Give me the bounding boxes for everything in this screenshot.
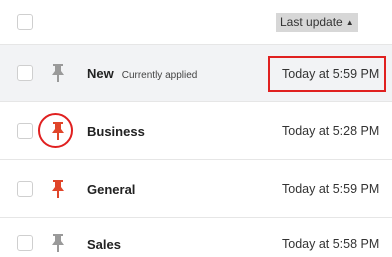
last-update-value: Today at 5:58 PM <box>282 237 380 251</box>
sort-ascending-icon: ▲ <box>345 18 354 27</box>
select-all-checkbox[interactable] <box>17 14 33 30</box>
views-table: Last update ▲ New Currently applied Today … <box>0 0 392 257</box>
table-row[interactable]: General Today at 5:59 PM <box>0 160 392 218</box>
table-row[interactable]: Sales Today at 5:58 PM <box>0 218 392 257</box>
view-name: Business <box>87 124 145 139</box>
view-name: General <box>87 182 136 197</box>
view-name-label: New <box>87 66 114 81</box>
currently-applied-label: Currently applied <box>121 70 198 81</box>
last-update-value: Today at 5:59 PM <box>282 182 380 196</box>
pin-icon[interactable] <box>50 63 66 83</box>
pin-icon[interactable] <box>50 179 66 199</box>
last-update-value: Today at 5:28 PM <box>282 124 380 138</box>
row-checkbox[interactable] <box>17 181 33 197</box>
pin-icon[interactable] <box>50 233 66 253</box>
last-update-header-label: Last update <box>280 15 343 29</box>
table-header-row: Last update ▲ <box>0 0 392 45</box>
view-name: New Currently applied <box>87 66 197 81</box>
row-checkbox[interactable] <box>17 65 33 81</box>
row-checkbox[interactable] <box>17 235 33 251</box>
view-name: Sales <box>87 237 121 252</box>
annotation-highlight-box <box>268 56 386 92</box>
last-update-column-header[interactable]: Last update ▲ <box>276 13 358 32</box>
row-checkbox[interactable] <box>17 123 33 139</box>
annotation-highlight-circle <box>38 113 73 148</box>
